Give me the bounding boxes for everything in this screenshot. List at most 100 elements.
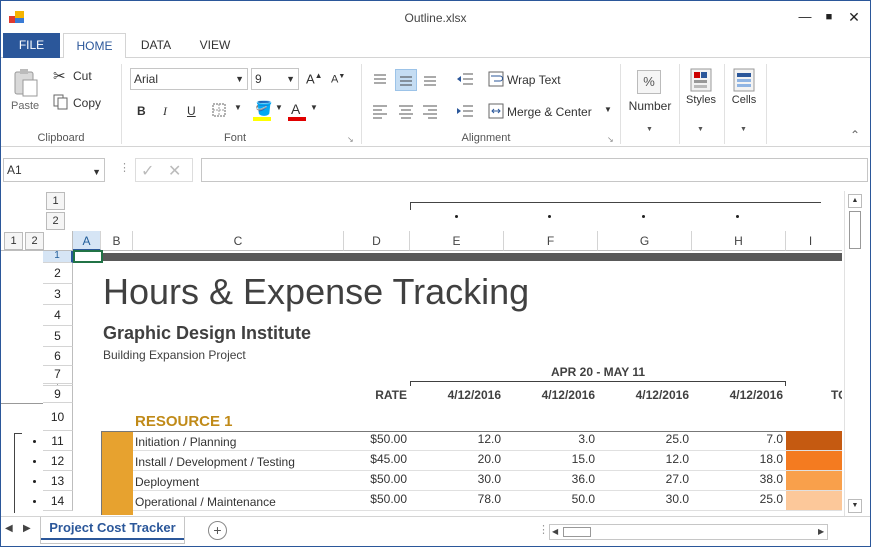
next-sheet-icon[interactable]: ▶	[23, 523, 31, 534]
item-rate[interactable]: $45.00	[344, 452, 407, 466]
item-rate[interactable]: $50.00	[344, 432, 407, 446]
row-header[interactable]: 5	[43, 326, 73, 347]
company-name[interactable]: Graphic Design Institute	[103, 323, 311, 344]
item-hours[interactable]: 30.0	[598, 492, 689, 506]
column-header[interactable]: F	[504, 231, 598, 251]
item-rate[interactable]: $50.00	[344, 472, 407, 486]
scroll-up-icon[interactable]: ▲	[848, 194, 862, 208]
date-header[interactable]: 4/12/2016	[410, 388, 501, 402]
row-header[interactable]: 4	[43, 305, 73, 326]
item-hours[interactable]: 15.0	[504, 452, 595, 466]
item-hours[interactable]: 12.0	[598, 452, 689, 466]
font-size-select[interactable]: 9 ▼	[251, 68, 299, 90]
align-left-button[interactable]	[371, 102, 391, 122]
number-format-button[interactable]: % Number ▼	[625, 66, 675, 140]
item-total-cell[interactable]	[786, 491, 842, 511]
column-header[interactable]: D	[344, 231, 410, 251]
item-name[interactable]: Operational / Maintenance	[135, 495, 276, 509]
font-color-button[interactable]: A ▼	[288, 100, 318, 122]
item-hours[interactable]: 50.0	[504, 492, 595, 506]
column-header[interactable]: B	[101, 231, 133, 251]
dialog-launcher-icon[interactable]: ↘	[347, 135, 354, 144]
date-header[interactable]: 4/12/2016	[692, 388, 783, 402]
merge-center-button[interactable]: Merge & Center ▼	[488, 103, 613, 121]
fill-color-button[interactable]: 🪣 ▼	[253, 100, 283, 122]
project-name[interactable]: Building Expansion Project	[103, 348, 246, 362]
item-rate[interactable]: $50.00	[344, 492, 407, 506]
confirm-icon[interactable]: ✓	[141, 161, 154, 181]
horizontal-scrollbar[interactable]: ◀ ▶	[549, 524, 828, 540]
cells-button[interactable]: Cells ▼	[726, 66, 762, 140]
item-hours[interactable]: 38.0	[692, 472, 783, 486]
add-sheet-button[interactable]: +	[208, 521, 227, 540]
sheet-tab-project-cost-tracker[interactable]: Project Cost Tracker	[40, 517, 185, 544]
item-hours[interactable]: 12.0	[410, 432, 501, 446]
hscroll-thumb[interactable]	[563, 527, 591, 537]
font-family-select[interactable]: Arial ▼	[130, 68, 248, 90]
item-total-cell[interactable]	[786, 451, 842, 471]
increase-indent-button[interactable]	[456, 103, 476, 121]
tab-home[interactable]: HOME	[63, 33, 126, 59]
item-hours[interactable]: 25.0	[692, 492, 783, 506]
align-bottom-button[interactable]	[421, 70, 441, 90]
sheet-title[interactable]: Hours & Expense Tracking	[103, 271, 529, 313]
column-header[interactable]: A	[73, 231, 101, 251]
row-header[interactable]: 14	[43, 491, 73, 511]
item-name[interactable]: Initiation / Planning	[135, 435, 236, 449]
item-hours[interactable]: 30.0	[410, 472, 501, 486]
item-total-cell[interactable]	[786, 431, 842, 451]
item-total-cell[interactable]	[786, 471, 842, 491]
item-hours[interactable]: 78.0	[410, 492, 501, 506]
vertical-scrollbar[interactable]: ▲ ▼	[844, 191, 862, 516]
row-header[interactable]: 1	[43, 251, 73, 263]
decrease-indent-button[interactable]	[456, 71, 476, 89]
row-header[interactable]: 2	[43, 263, 73, 284]
tab-data[interactable]: DATA	[129, 33, 183, 58]
collapse-ribbon-icon[interactable]: ⌃	[850, 128, 860, 142]
column-header[interactable]: I	[786, 231, 842, 251]
row-header[interactable]: 7	[43, 366, 73, 384]
scroll-thumb[interactable]	[849, 211, 861, 249]
borders-button[interactable]: ▼	[212, 103, 242, 119]
copy-button[interactable]: Copy	[53, 94, 113, 112]
row-header[interactable]: 9	[43, 386, 73, 403]
scroll-left-icon[interactable]: ◀	[552, 527, 558, 536]
close-button[interactable]: ✕	[839, 5, 869, 29]
cut-button[interactable]: ✂ Cut	[53, 67, 113, 85]
row-group-bracket[interactable]	[14, 433, 22, 513]
column-header[interactable]: G	[598, 231, 692, 251]
name-box[interactable]: A1 ▼	[3, 158, 105, 182]
item-hours[interactable]: 25.0	[598, 432, 689, 446]
align-center-button[interactable]	[397, 102, 417, 122]
column-header[interactable]: H	[692, 231, 786, 251]
wrap-text-button[interactable]: Wrap Text	[488, 71, 568, 89]
item-name[interactable]: Install / Development / Testing	[135, 455, 295, 469]
grow-font-button[interactable]: A▲	[306, 71, 323, 86]
active-cell[interactable]	[73, 250, 103, 263]
column-header[interactable]: E	[410, 231, 504, 251]
tab-view[interactable]: VIEW	[189, 33, 241, 58]
item-hours[interactable]: 3.0	[504, 432, 595, 446]
align-top-button[interactable]	[371, 70, 391, 90]
date-header[interactable]: 4/12/2016	[598, 388, 689, 402]
item-hours[interactable]: 36.0	[504, 472, 595, 486]
date-header[interactable]: 4/12/2016	[504, 388, 595, 402]
scroll-right-icon[interactable]: ▶	[818, 527, 824, 536]
item-hours[interactable]: 20.0	[410, 452, 501, 466]
column-group-bracket[interactable]	[410, 202, 821, 210]
shrink-font-button[interactable]: A▼	[331, 73, 345, 86]
row-header[interactable]: 12	[43, 451, 73, 471]
row-header[interactable]: 6	[43, 347, 73, 366]
cancel-icon[interactable]: ✕	[168, 161, 181, 181]
styles-button[interactable]: Styles ▼	[681, 66, 721, 140]
rate-header[interactable]: RATE	[344, 388, 407, 402]
splitter-grip-icon[interactable]: ⋮	[538, 523, 549, 536]
tab-file[interactable]: FILE	[3, 33, 60, 58]
underline-button[interactable]: U	[187, 104, 196, 118]
item-hours[interactable]: 7.0	[692, 432, 783, 446]
align-right-button[interactable]	[421, 102, 441, 122]
total-header[interactable]: TO	[831, 388, 842, 402]
italic-button[interactable]: I	[163, 104, 167, 119]
column-header[interactable]: C	[133, 231, 344, 251]
row-header[interactable]: 13	[43, 471, 73, 491]
